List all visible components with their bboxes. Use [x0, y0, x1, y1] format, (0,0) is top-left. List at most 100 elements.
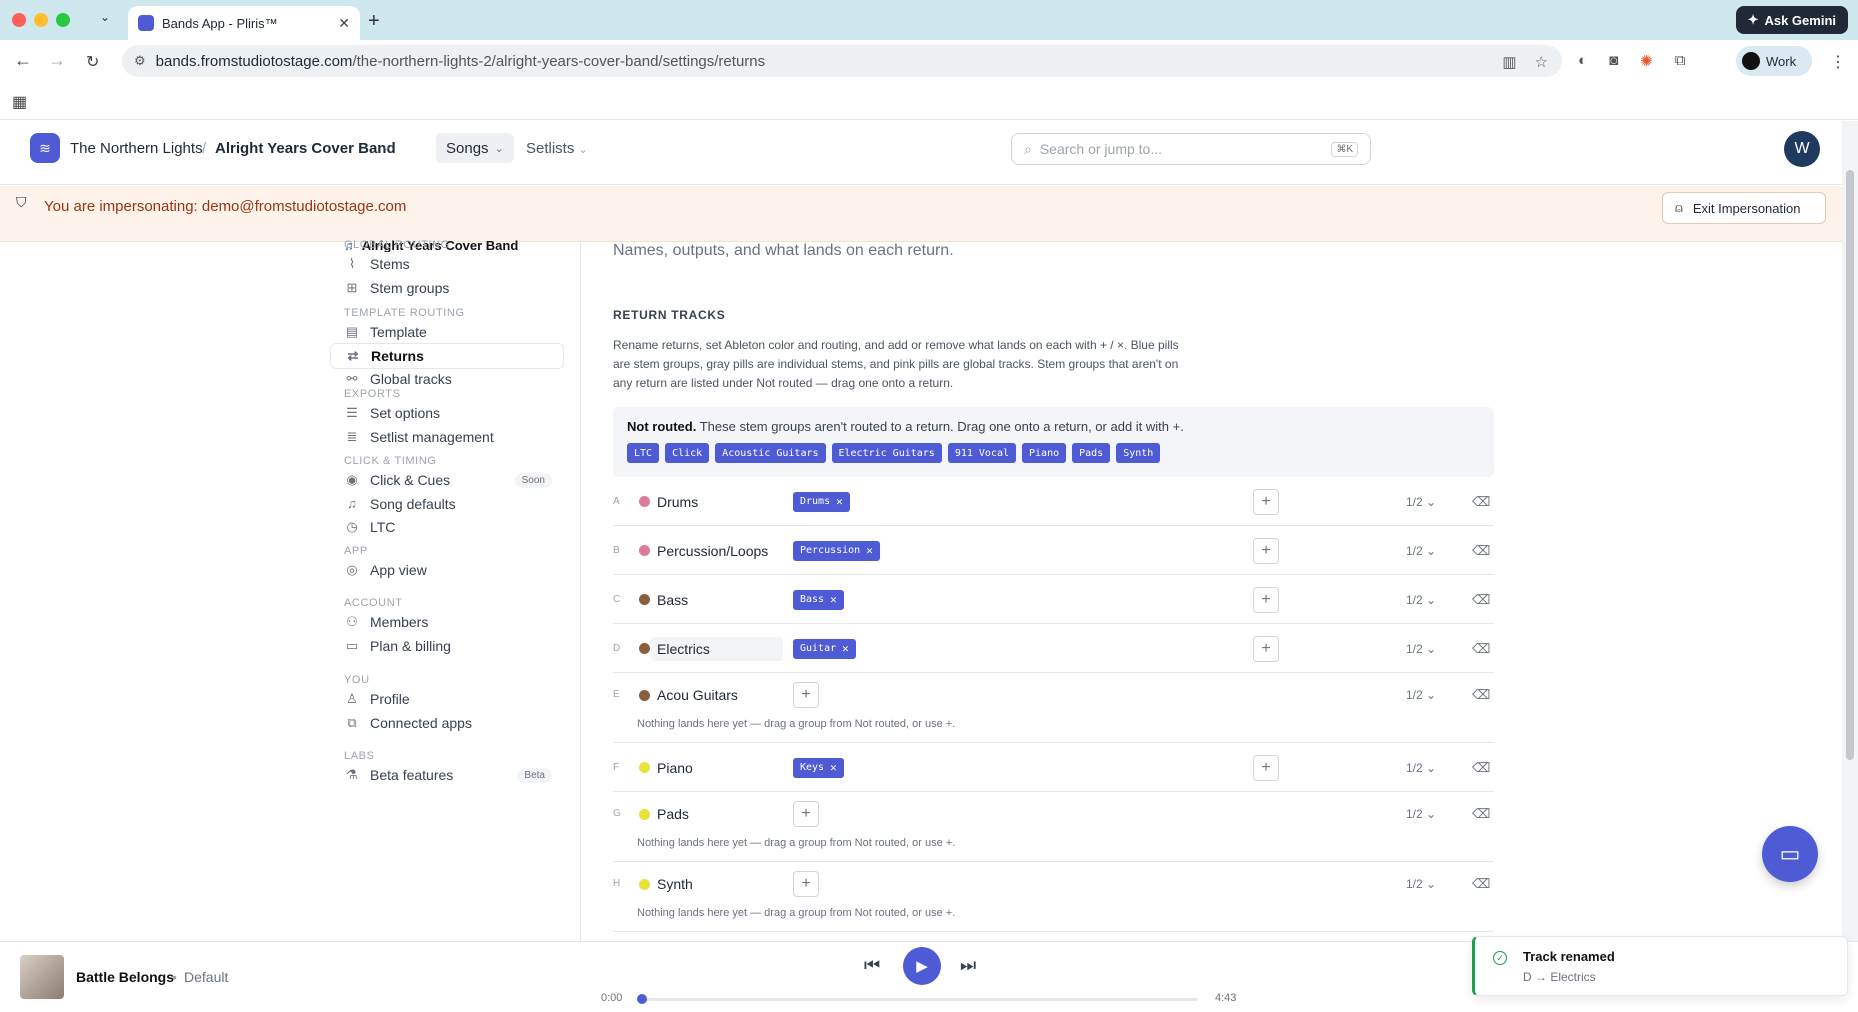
color-swatch[interactable]: [639, 496, 650, 507]
return-name-input[interactable]: Acou Guitars: [657, 687, 738, 703]
output-select[interactable]: 1/2 ⌄: [1406, 807, 1436, 821]
return-name-input[interactable]: Pads: [657, 806, 689, 822]
browser-menu-icon[interactable]: ⋮: [1830, 52, 1846, 72]
tab-list-chevron-icon[interactable]: ⌄: [100, 10, 110, 24]
scrollbar-thumb[interactable]: [1846, 170, 1854, 760]
stem-group-pill[interactable]: Pads: [1072, 443, 1111, 463]
trash-icon[interactable]: ⌫: [1472, 760, 1490, 776]
sidebar-item-members[interactable]: ⚇ Members: [330, 609, 564, 635]
camera-icon[interactable]: ◙: [1609, 52, 1618, 70]
stem-group-pill[interactable]: Click: [665, 443, 710, 463]
skip-next-icon[interactable]: ⏭: [960, 955, 976, 976]
forward-arrow-icon[interactable]: →: [48, 50, 66, 71]
return-name-input[interactable]: Bass: [657, 592, 688, 608]
output-select[interactable]: 1/2 ⌄: [1406, 642, 1436, 656]
app-logo-icon[interactable]: ≋: [30, 133, 60, 163]
output-select[interactable]: 1/2 ⌄: [1406, 593, 1436, 607]
add-button[interactable]: +: [793, 682, 819, 708]
stem-group-pill[interactable]: LTC: [627, 443, 660, 463]
color-swatch[interactable]: [639, 594, 650, 605]
trash-icon[interactable]: ⌫: [1472, 543, 1490, 559]
output-select[interactable]: 1/2 ⌄: [1406, 544, 1436, 558]
sidebar-item-set-options[interactable]: ☰ Set options: [330, 400, 564, 426]
stem-group-pill[interactable]: Piano: [1022, 443, 1067, 463]
return-name-input[interactable]: Synth: [657, 876, 693, 892]
trash-icon[interactable]: ⌫: [1472, 641, 1490, 657]
return-name-input[interactable]: Piano: [657, 760, 693, 776]
site-settings-icon[interactable]: ⚙: [134, 53, 146, 69]
close-tab-icon[interactable]: ✕: [338, 15, 350, 32]
return-name-input[interactable]: Percussion/Loops: [657, 543, 768, 559]
stem-group-pill[interactable]: 911 Vocal: [947, 443, 1017, 463]
remove-icon[interactable]: ✕: [836, 495, 843, 508]
nav-setlists[interactable]: Setlists ⌄: [526, 140, 588, 157]
color-swatch[interactable]: [639, 762, 650, 773]
maximize-window-icon[interactable]: [56, 13, 70, 27]
stem-group-pill[interactable]: Bass ✕: [793, 589, 844, 610]
sidebar-item-connected-apps[interactable]: ⧉ Connected apps: [330, 710, 564, 736]
remove-icon[interactable]: ✕: [866, 544, 873, 557]
sidebar-item-click-cues[interactable]: ◉ Click & Cues Soon: [330, 467, 564, 493]
band-chevron-down-icon[interactable]: ⌄: [382, 140, 391, 153]
sidebar-item-stem-groups[interactable]: ⊞ Stem groups: [330, 275, 564, 301]
ask-gemini-button[interactable]: ✦ Ask Gemini: [1735, 6, 1848, 34]
sidebar-item-song-defaults[interactable]: ♫ Song defaults: [330, 491, 564, 517]
output-select[interactable]: 1/2 ⌄: [1406, 495, 1436, 509]
stem-group-pill[interactable]: Drums ✕: [793, 491, 850, 512]
output-select[interactable]: 1/2 ⌄: [1406, 761, 1436, 775]
new-tab-icon[interactable]: +: [368, 10, 380, 33]
exit-impersonation-button[interactable]: ⍝ Exit Impersonation: [1662, 192, 1826, 224]
remove-icon[interactable]: ✕: [830, 593, 837, 606]
address-bar[interactable]: ⚙ bands.fromstudiotostage.com/the-northe…: [122, 45, 1562, 77]
puzzle-icon[interactable]: ⧉: [1675, 52, 1686, 70]
apps-grid-icon[interactable]: ▦: [12, 92, 27, 112]
sidebar-item-returns[interactable]: ⇄ Returns: [330, 342, 564, 369]
output-select[interactable]: 1/2 ⌄: [1406, 688, 1436, 702]
trash-icon[interactable]: ⌫: [1472, 876, 1490, 892]
trash-icon[interactable]: ⌫: [1472, 494, 1490, 510]
sidebar-item-plan-billing[interactable]: ▭ Plan & billing: [330, 633, 564, 659]
reload-icon[interactable]: ↻: [86, 52, 99, 72]
stem-group-pill[interactable]: Keys ✕: [793, 757, 844, 778]
stem-group-pill[interactable]: Percussion ✕: [793, 540, 880, 561]
sidebar-item-app-view[interactable]: ◎ App view: [330, 557, 564, 583]
reader-mode-icon[interactable]: ▥: [1502, 53, 1516, 71]
minimize-window-icon[interactable]: [34, 13, 48, 27]
sidebar-item-ltc[interactable]: ◷ LTC: [330, 514, 564, 540]
trash-icon[interactable]: ⌫: [1472, 806, 1490, 822]
search-input[interactable]: ⌕ Search or jump to... ⌘K: [1011, 133, 1371, 165]
sidebar-item-beta-features[interactable]: ⚗ Beta features Beta: [330, 762, 564, 788]
color-swatch[interactable]: [639, 808, 650, 820]
color-swatch[interactable]: [639, 643, 650, 654]
remove-icon[interactable]: ✕: [842, 642, 849, 655]
play-button[interactable]: ▶: [903, 947, 941, 985]
stem-group-pill[interactable]: Electric Guitars: [831, 443, 942, 463]
add-button[interactable]: +: [1253, 488, 1279, 515]
remove-icon[interactable]: ✕: [830, 761, 837, 774]
progress-bar[interactable]: [637, 994, 1198, 1004]
nav-songs[interactable]: Songs ⌄: [436, 133, 514, 163]
add-button[interactable]: +: [1253, 635, 1279, 662]
chat-bubble-button[interactable]: ▭: [1762, 826, 1818, 882]
output-select[interactable]: 1/2 ⌄: [1406, 877, 1436, 891]
extension-shield-icon[interactable]: ◐: [1578, 52, 1587, 70]
sidebar-item-profile[interactable]: ♙ Profile: [330, 686, 564, 712]
profile-button[interactable]: Work: [1736, 46, 1812, 76]
color-swatch[interactable]: [639, 545, 650, 556]
stem-group-pill[interactable]: Acoustic Guitars: [715, 443, 826, 463]
add-button[interactable]: +: [1253, 754, 1279, 781]
extension-burst-icon[interactable]: ✺: [1640, 52, 1653, 70]
breadcrumb-org[interactable]: The Northern Lights: [70, 140, 203, 157]
stem-group-pill[interactable]: Synth: [1116, 443, 1161, 463]
add-button[interactable]: +: [1253, 586, 1279, 613]
progress-knob[interactable]: [637, 994, 647, 1004]
sidebar-item-stems[interactable]: ⌇ Stems: [330, 251, 564, 277]
close-window-icon[interactable]: [12, 13, 26, 27]
color-swatch[interactable]: [639, 878, 650, 890]
trash-icon[interactable]: ⌫: [1472, 592, 1490, 608]
add-button[interactable]: +: [793, 871, 819, 897]
return-name-input[interactable]: Electrics: [651, 636, 783, 661]
back-arrow-icon[interactable]: ←: [14, 50, 32, 71]
add-button[interactable]: +: [1253, 537, 1279, 564]
browser-tab[interactable]: Bands App - Pliris™ ✕: [128, 6, 360, 40]
